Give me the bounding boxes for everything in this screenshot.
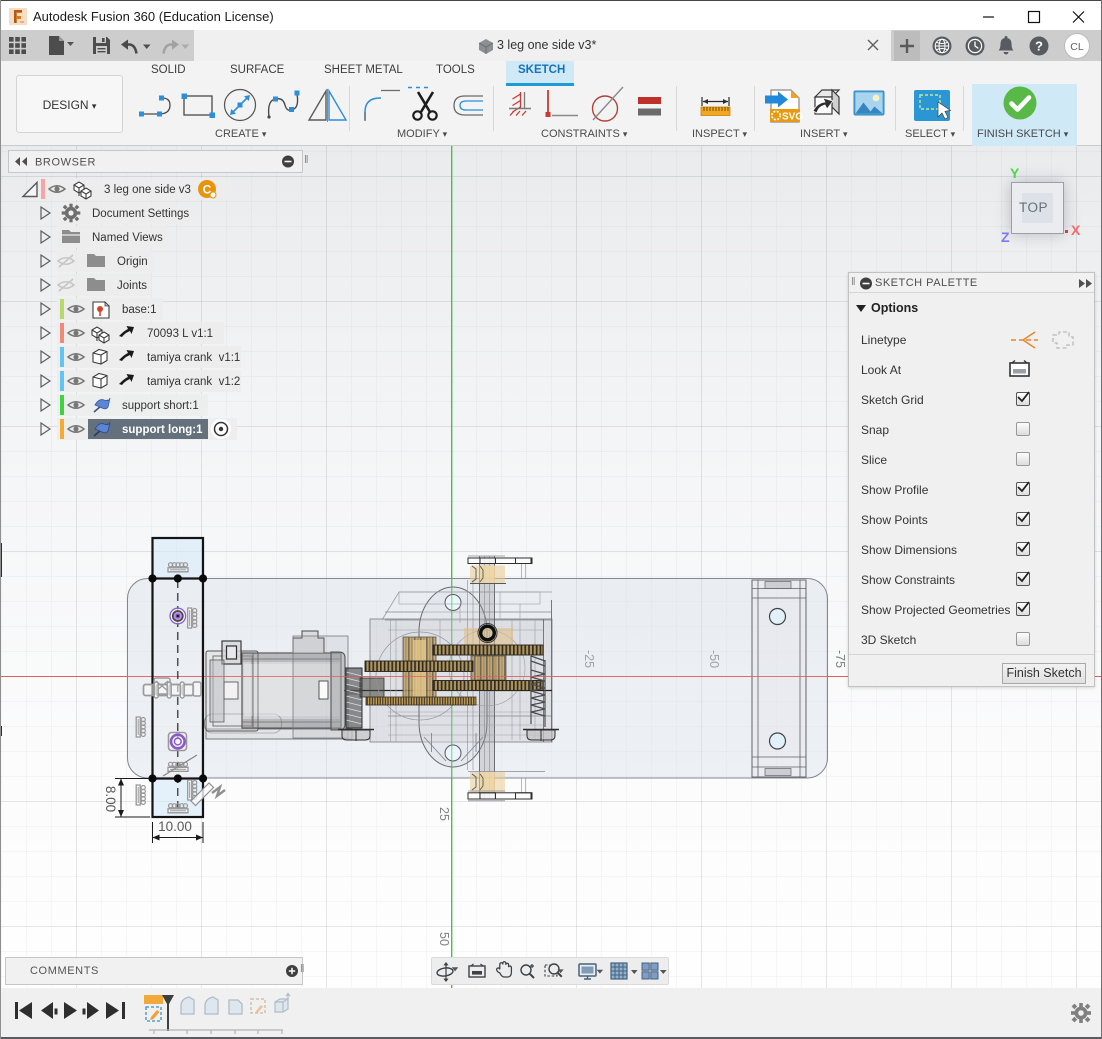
svg-text:50: 50 (437, 932, 451, 946)
svg-text:Joints: Joints (117, 280, 147, 292)
svg-text:Named Views: Named Views (92, 232, 163, 244)
svg-text:10.00: 10.00 (158, 819, 192, 834)
svg-text:-75: -75 (833, 650, 847, 668)
svg-text:CL: CL (1070, 41, 1084, 53)
svg-text:8.00: 8.00 (103, 786, 118, 812)
svg-text:support long:1: support long:1 (122, 424, 203, 436)
svg-text:tamiya crank v1:2: tamiya crank v1:2 (147, 376, 240, 388)
svg-text:tamiya crank v1:1: tamiya crank v1:1 (147, 352, 240, 364)
svg-text:Origin: Origin (117, 256, 148, 268)
svg-text:support short:1: support short:1 (122, 400, 199, 412)
svg-text:?: ? (1035, 39, 1043, 54)
svg-text:25: 25 (437, 807, 451, 821)
svg-text:base:1: base:1 (122, 304, 157, 316)
svg-text:SVG: SVG (782, 112, 803, 123)
svg-text:Document Settings: Document Settings (92, 208, 189, 220)
svg-text:3 leg one side v3: 3 leg one side v3 (104, 184, 191, 196)
svg-text:70093 L v1:1: 70093 L v1:1 (147, 328, 213, 340)
